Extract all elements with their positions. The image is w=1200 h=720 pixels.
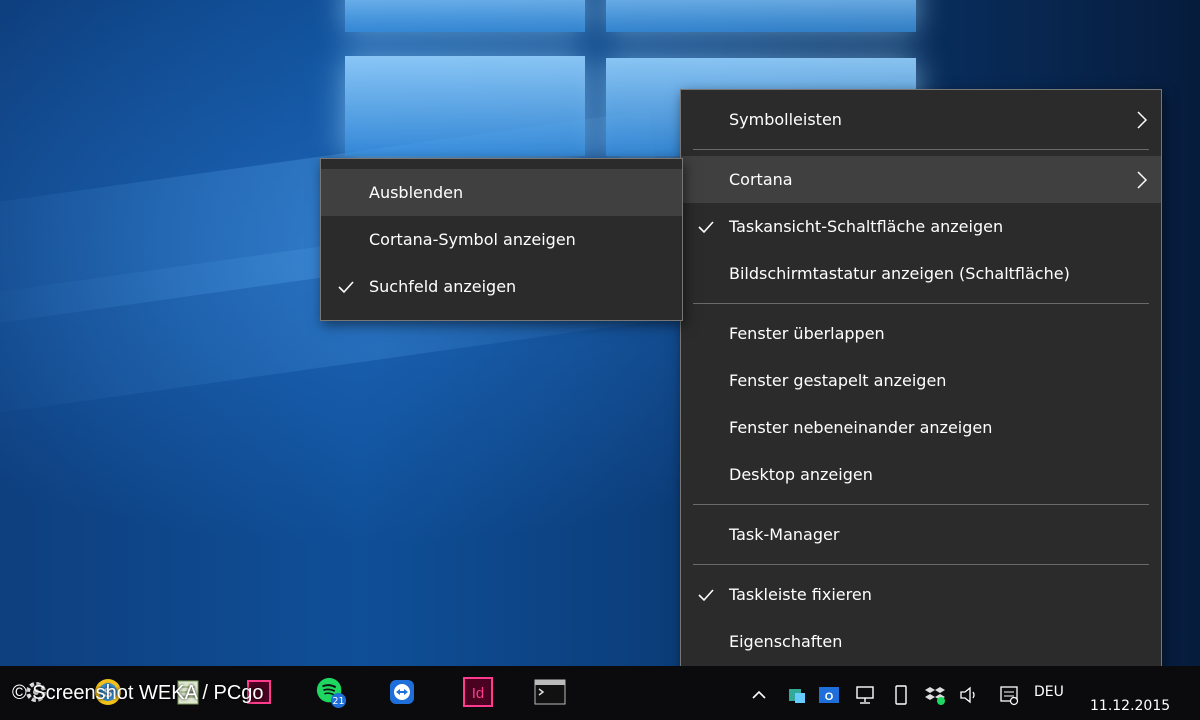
chevron-right-icon [1133,96,1151,143]
outlook-icon[interactable]: O [818,684,840,706]
checkmark-icon [697,203,715,250]
menu-item-bildschirmtastatur-anzeigen-schaltflaeche[interactable]: Bildschirmtastatur anzeigen (Schaltfläch… [681,250,1161,297]
window-logo-pane-bl [345,56,585,156]
menu-separator [693,149,1149,150]
app-tray-icon[interactable] [786,684,808,706]
network-icon[interactable] [854,684,876,706]
menu-item-eigenschaften[interactable]: Eigenschaften [681,618,1161,665]
menu-item-label: Desktop anzeigen [729,465,873,484]
window-logo-pane-tl [345,0,585,32]
input-language-indicator[interactable]: DEU [1034,684,1064,700]
spotify-icon[interactable]: 21 [315,676,347,708]
checkmark-icon [337,263,355,310]
taskbar-context-menu: Symbolleisten Cortana Taskansicht-Schaltfl… [680,89,1162,672]
volume-icon[interactable] [958,684,980,706]
menu-item-task-manager[interactable]: Task-Manager [681,511,1161,558]
indesign-icon[interactable]: Id [462,676,494,708]
menu-item-label: Fenster gestapelt anzeigen [729,371,947,390]
menu-item-fenster-nebeneinander-anzeigen[interactable]: Fenster nebeneinander anzeigen [681,404,1161,451]
notification-icon[interactable] [998,684,1020,706]
clock-date[interactable]: 11.12.2015 [1090,698,1170,714]
menu-item-label: Suchfeld anzeigen [369,277,517,296]
menu-item-label: Cortana [729,170,793,189]
menu-separator [693,564,1149,565]
menu-item-label: Ausblenden [369,183,464,202]
menu-item-label: Fenster überlappen [729,324,885,343]
cortana-submenu: Ausblenden Cortana-Symbol anzeigen Suchfel… [320,158,683,321]
submenu-item-ausblenden[interactable]: Ausblenden [321,169,682,216]
chevron-right-icon [1133,156,1151,203]
checkmark-icon [697,571,715,618]
submenu-item-suchfeld-anzeigen[interactable]: Suchfeld anzeigen [321,263,682,310]
menu-separator [693,504,1149,505]
menu-item-label: Eigenschaften [729,632,843,651]
terminal-icon[interactable] [534,676,566,708]
menu-item-fenster-ueberlappen[interactable]: Fenster überlappen [681,310,1161,357]
menu-item-fenster-gestapelt-anzeigen[interactable]: Fenster gestapelt anzeigen [681,357,1161,404]
chevron-up-icon[interactable] [748,684,770,706]
menu-item-taskleiste-fixieren[interactable]: Taskleiste fixieren [681,571,1161,618]
menu-separator [693,303,1149,304]
device-icon[interactable] [890,684,912,706]
menu-item-label: Symbolleisten [729,110,842,129]
copyright-watermark: © Screenshot WEKA / PCgo [12,682,264,704]
svg-text:O: O [825,691,834,703]
menu-item-label: Cortana-Symbol anzeigen [369,230,576,249]
spotify-badge: 21 [333,696,345,707]
indesign-label: Id [472,685,485,702]
menu-item-label: Taskleiste fixieren [729,585,872,604]
menu-item-label: Fenster nebeneinander anzeigen [729,418,993,437]
menu-item-symbolleisten[interactable]: Symbolleisten [681,96,1161,143]
window-logo-pane-tr [606,0,916,32]
menu-item-label: Task-Manager [729,525,840,544]
menu-item-taskansicht-schaltflaeche-anzeigen[interactable]: Taskansicht-Schaltfläche anzeigen [681,203,1161,250]
submenu-item-cortana-symbol-anzeigen[interactable]: Cortana-Symbol anzeigen [321,216,682,263]
menu-item-desktop-anzeigen[interactable]: Desktop anzeigen [681,451,1161,498]
menu-item-label: Bildschirmtastatur anzeigen (Schaltfläch… [729,264,1070,283]
menu-item-label: Taskansicht-Schaltfläche anzeigen [729,217,1004,236]
menu-item-cortana[interactable]: Cortana [681,156,1161,203]
teamviewer-icon[interactable] [386,676,418,708]
dropbox-icon[interactable] [924,684,946,706]
